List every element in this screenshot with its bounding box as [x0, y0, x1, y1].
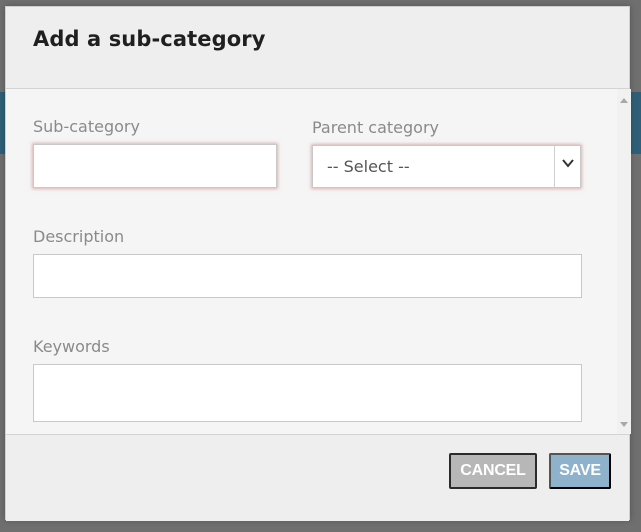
dialog-scrollbar[interactable]: [617, 89, 631, 434]
keywords-label: Keywords: [33, 337, 110, 356]
parent-category-selected-value: -- Select --: [327, 157, 410, 176]
description-label: Description: [33, 227, 125, 246]
parent-category-select[interactable]: -- Select --: [312, 145, 581, 188]
add-subcategory-dialog: Add a sub-category Sub-category Parent c…: [5, 6, 631, 521]
keywords-input[interactable]: [33, 364, 582, 422]
dialog-title: Add a sub-category: [33, 27, 266, 51]
select-divider: [554, 146, 555, 187]
cancel-button[interactable]: CANCEL: [449, 453, 537, 489]
scroll-down-arrow-icon[interactable]: [620, 422, 628, 427]
description-input[interactable]: [33, 254, 582, 298]
dialog-header: Add a sub-category: [6, 7, 629, 89]
save-button[interactable]: SAVE: [549, 453, 611, 489]
chevron-down-icon: [562, 159, 574, 168]
parent-category-label: Parent category: [312, 118, 440, 137]
dialog-footer: CANCEL SAVE: [6, 434, 629, 521]
subcategory-input[interactable]: [33, 144, 277, 188]
subcategory-label: Sub-category: [33, 117, 140, 136]
dialog-body: Sub-category Parent category -- Select -…: [6, 89, 631, 434]
scroll-up-arrow-icon[interactable]: [620, 98, 628, 103]
